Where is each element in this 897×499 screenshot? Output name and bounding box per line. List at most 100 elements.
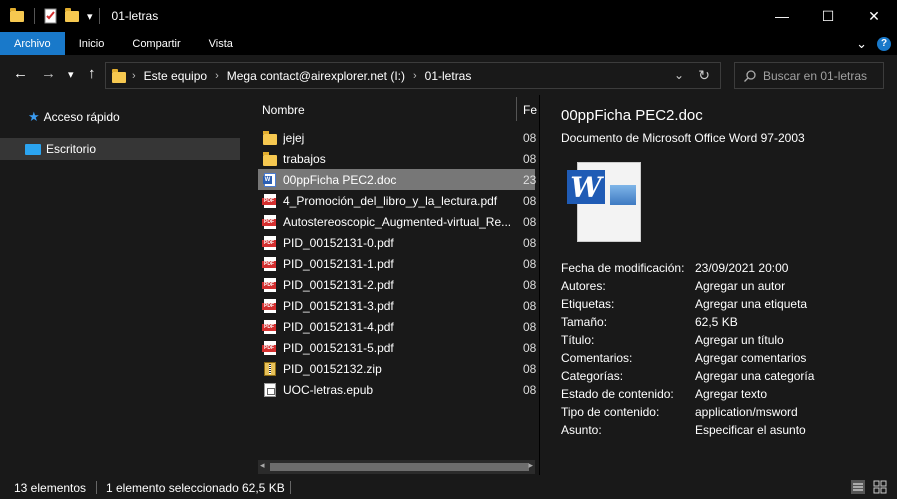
list-item[interactable]: Autostereoscopic_Augmented-virtual_Re...…: [258, 211, 537, 232]
navigation-bar: ← → ▾ ↑ › Este equipo › Mega contact@air…: [0, 55, 897, 95]
list-item[interactable]: PID_00152131-0.pdf 08: [258, 232, 536, 253]
file-name: PID_00152131-5.pdf: [283, 340, 394, 355]
toolbar-divider: [98, 8, 100, 24]
folder-icon: [262, 130, 278, 146]
list-item[interactable]: UOC-letras.epub 08: [258, 379, 536, 400]
list-item[interactable]: trabajos 08: [258, 148, 536, 169]
property-key: Tamaño:: [561, 315, 608, 329]
list-item[interactable]: PID_00152131-1.pdf 08: [258, 253, 536, 274]
details-file-title: 00ppFicha PEC2.doc: [561, 107, 703, 124]
list-item[interactable]: jejej 08: [258, 127, 537, 148]
property-key: Título:: [561, 333, 595, 347]
list-item[interactable]: PID_00152131-3.pdf 08: [258, 295, 536, 316]
sidebar-item-escritorio[interactable]: Escritorio: [0, 138, 240, 160]
property-key: Etiquetas:: [561, 297, 615, 311]
property-row: Estado de contenido: Agregar texto: [561, 387, 891, 405]
details-view-icon[interactable]: [851, 480, 865, 494]
pdf-icon: [262, 298, 278, 314]
zip-icon: [262, 361, 278, 377]
property-key: Asunto:: [561, 423, 602, 437]
breadcrumb-separator: ›: [413, 69, 417, 82]
refresh-icon[interactable]: ↻: [698, 67, 710, 84]
word-doc-icon: [262, 172, 278, 188]
title-bar: ▾ 01-letras — ☐ ✕: [0, 0, 897, 32]
search-icon: [744, 69, 756, 82]
chevron-down-icon[interactable]: ⌄: [674, 68, 684, 82]
property-value[interactable]: Agregar un autor: [695, 279, 785, 293]
tab-archivo[interactable]: Archivo: [0, 32, 65, 55]
properties-icon[interactable]: [43, 8, 59, 24]
list-item[interactable]: PID_00152131-4.pdf 08: [258, 316, 536, 337]
details-file-type: Documento de Microsoft Office Word 97-20…: [561, 131, 805, 145]
breadcrumb-separator: ›: [215, 69, 219, 82]
list-item[interactable]: PID_00152131-2.pdf 08: [258, 274, 537, 295]
large-icons-view-icon[interactable]: [873, 480, 887, 494]
forward-arrow-icon[interactable]: →: [41, 65, 56, 82]
breadcrumb-este-equipo[interactable]: Este equipo: [144, 69, 207, 83]
horizontal-scrollbar[interactable]: ◂ ▸: [258, 460, 535, 474]
minimize-button[interactable]: —: [759, 0, 805, 32]
file-date: 08: [523, 277, 537, 292]
pdf-icon: [262, 235, 278, 251]
selection-size: 62,5 KB: [242, 481, 285, 495]
column-header-name[interactable]: Nombre: [262, 103, 305, 117]
property-value[interactable]: Agregar texto: [695, 387, 767, 401]
breadcrumb-drive[interactable]: Mega contact@airexplorer.net (I:): [227, 69, 405, 83]
file-date: 08: [523, 130, 537, 145]
file-list: Nombre Fe jejej 08 trabajos 08 00ppFicha…: [243, 95, 539, 475]
pdf-icon: [262, 319, 278, 335]
item-count: 13 elementos: [14, 481, 87, 495]
tab-compartir[interactable]: Compartir: [118, 32, 194, 55]
list-item[interactable]: 4_Promoción_del_libro_y_la_lectura.pdf 0…: [258, 190, 536, 211]
maximize-button[interactable]: ☐: [805, 0, 851, 32]
star-icon: ★: [28, 109, 40, 124]
breadcrumb-current-folder[interactable]: 01-letras: [425, 69, 472, 83]
list-item[interactable]: PID_00152131-5.pdf 08: [258, 337, 536, 358]
column-header-date[interactable]: Fe: [523, 103, 537, 117]
new-folder-icon[interactable]: [65, 8, 81, 24]
property-value: application/msword: [695, 405, 798, 419]
recent-locations-icon[interactable]: ▾: [68, 68, 74, 81]
list-item[interactable]: 00ppFicha PEC2.doc 23: [258, 169, 536, 190]
property-value[interactable]: Especificar el asunto: [695, 423, 806, 437]
close-button[interactable]: ✕: [851, 0, 897, 32]
property-row: Etiquetas: Agregar una etiqueta: [561, 297, 891, 315]
selection-count: 1 elemento seleccionado: [106, 481, 239, 495]
customize-quick-access-icon[interactable]: ▾: [87, 10, 93, 23]
up-arrow-icon[interactable]: ↑: [88, 65, 96, 82]
search-input[interactable]: Buscar en 01-letras: [734, 62, 884, 89]
scroll-left-icon[interactable]: ◂: [260, 460, 265, 471]
property-value[interactable]: Agregar comentarios: [695, 351, 806, 365]
help-icon[interactable]: ?: [877, 36, 891, 51]
pdf-icon: [262, 277, 278, 293]
file-name: 00ppFicha PEC2.doc: [283, 172, 397, 187]
expand-ribbon-icon[interactable]: ⌄: [856, 36, 867, 52]
list-item[interactable]: PID_00152132.zip 08: [258, 358, 536, 379]
status-divider: [96, 481, 97, 494]
file-date: 08: [523, 214, 537, 229]
epub-icon: [262, 382, 278, 398]
scroll-right-icon[interactable]: ▸: [528, 460, 533, 471]
property-value[interactable]: Agregar un título: [695, 333, 784, 347]
file-name: PID_00152131-0.pdf: [283, 235, 394, 250]
sidebar-item-acceso-rapido[interactable]: ★ Acceso rápido: [0, 106, 240, 128]
column-header: Nombre Fe: [243, 95, 539, 123]
sidebar-item-label: Escritorio: [46, 142, 97, 156]
address-bar[interactable]: › Este equipo › Mega contact@airexplorer…: [105, 62, 721, 89]
property-key: Categorías:: [561, 369, 624, 383]
column-divider[interactable]: [516, 97, 517, 121]
property-value[interactable]: Agregar una categoría: [695, 369, 814, 383]
property-value[interactable]: Agregar una etiqueta: [695, 297, 807, 311]
file-name: PID_00152132.zip: [283, 361, 382, 376]
tab-inicio[interactable]: Inicio: [65, 32, 119, 55]
property-value[interactable]: 23/09/2021 20:00: [695, 261, 788, 275]
scrollbar-thumb[interactable]: [270, 463, 529, 471]
property-row: Asunto: Especificar el asunto: [561, 423, 891, 441]
tab-vista[interactable]: Vista: [195, 32, 247, 55]
file-name: PID_00152131-3.pdf: [283, 298, 394, 313]
back-arrow-icon[interactable]: ←: [13, 65, 28, 82]
file-name: jejej: [283, 130, 305, 145]
search-placeholder: Buscar en 01-letras: [763, 68, 868, 83]
maximize-icon: ☐: [821, 7, 835, 24]
property-key: Comentarios:: [561, 351, 633, 365]
